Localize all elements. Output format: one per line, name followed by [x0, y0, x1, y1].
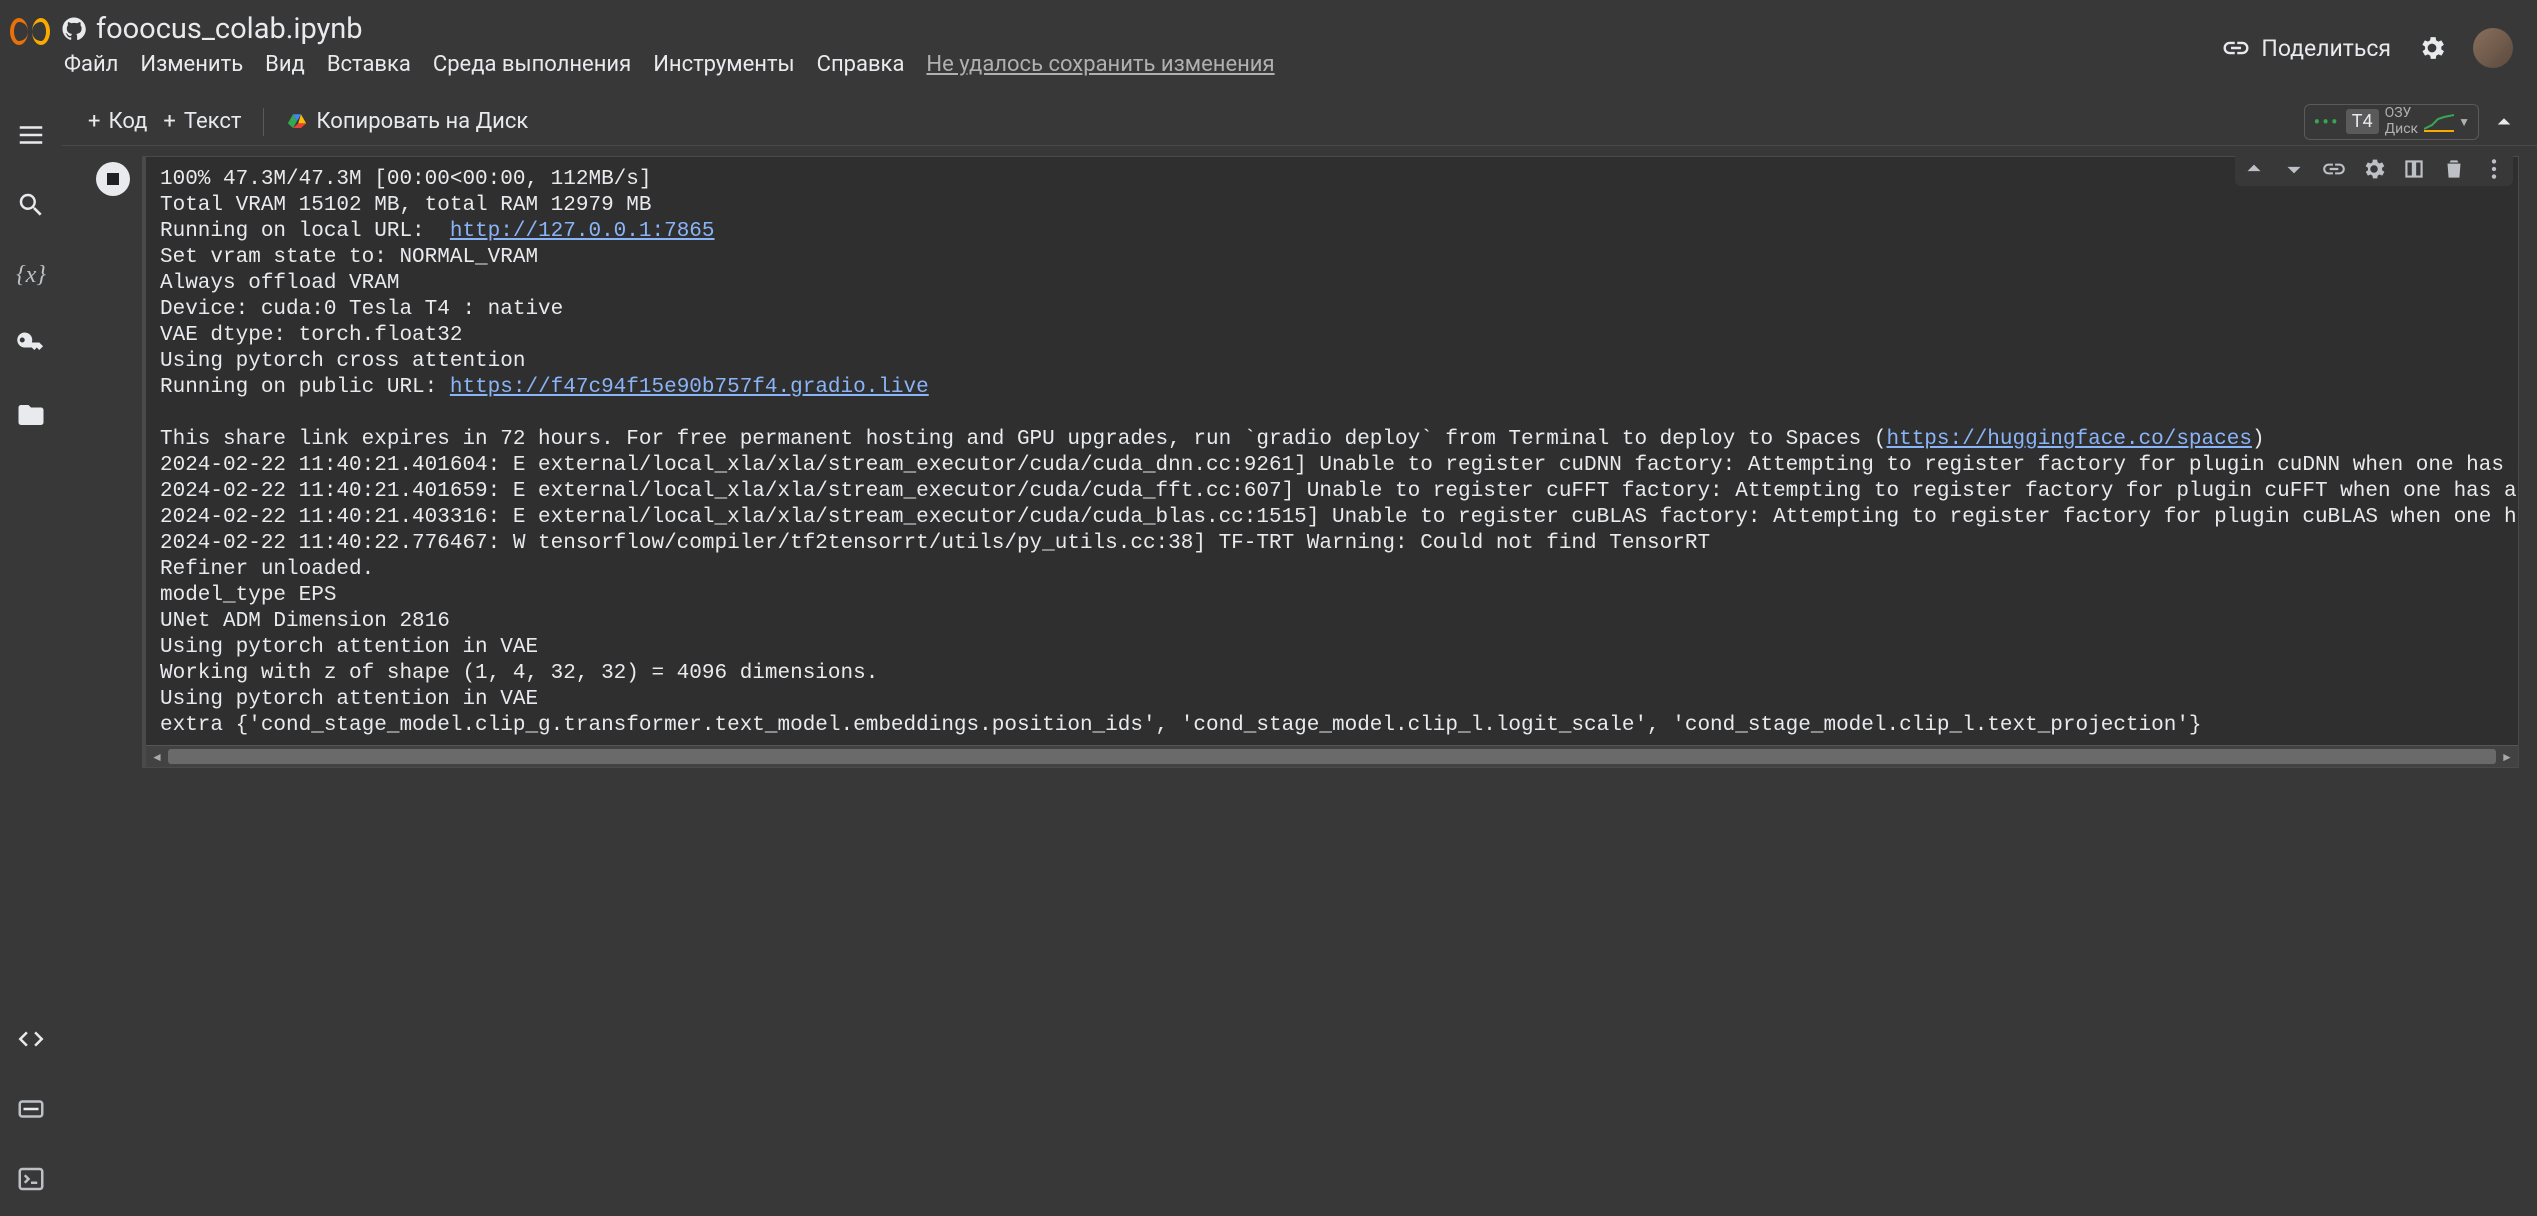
secrets-icon[interactable]: [16, 330, 46, 360]
notebook-title[interactable]: fooocus_colab.ipynb: [96, 12, 363, 46]
runtime-stats: ОЗУ Диск: [2385, 106, 2419, 137]
cell-toolbar: [2235, 152, 2513, 186]
settings-icon[interactable]: [2417, 33, 2447, 63]
menu-runtime[interactable]: Среда выполнения: [433, 52, 631, 77]
copy-to-drive-button[interactable]: Копировать на Диск: [278, 105, 536, 138]
save-status[interactable]: Не удалось сохранить изменения: [926, 52, 1274, 77]
menu-file[interactable]: Файл: [64, 52, 118, 77]
menu-tools[interactable]: Инструменты: [653, 52, 794, 77]
delete-cell-icon[interactable]: [2441, 156, 2467, 182]
notebook-area: 100% 47.3M/47.3M [00:00<00:00, 112MB/s] …: [62, 146, 2537, 1216]
copy-drive-label: Копировать на Диск: [316, 109, 528, 134]
code-snippets-icon[interactable]: [16, 1024, 46, 1054]
code-cell: 100% 47.3M/47.3M [00:00<00:00, 112MB/s] …: [84, 156, 2519, 768]
colab-logo[interactable]: [0, 0, 62, 45]
stop-icon: [107, 173, 119, 185]
spaces-url-link[interactable]: https://huggingface.co/spaces: [1886, 428, 2251, 451]
horizontal-scrollbar[interactable]: ◄ ►: [146, 745, 2518, 767]
drive-icon: [286, 111, 308, 133]
menu-edit[interactable]: Изменить: [140, 52, 243, 77]
more-cell-icon[interactable]: [2481, 156, 2507, 182]
cell-settings-icon[interactable]: [2361, 156, 2387, 182]
link-icon: [2221, 33, 2251, 63]
menu-bar: Файл Изменить Вид Вставка Среда выполнен…: [62, 46, 2221, 77]
menu-view[interactable]: Вид: [265, 52, 305, 77]
files-icon[interactable]: [16, 400, 46, 430]
variables-icon[interactable]: {x}: [16, 260, 46, 290]
mirror-cell-icon[interactable]: [2401, 156, 2427, 182]
separator: [263, 108, 264, 136]
share-button[interactable]: Поделиться: [2221, 33, 2391, 63]
toc-icon[interactable]: [16, 120, 46, 150]
scroll-thumb[interactable]: [168, 749, 2496, 764]
collapse-header-icon[interactable]: [2489, 107, 2519, 137]
github-icon: [62, 17, 86, 41]
move-down-icon[interactable]: [2281, 156, 2307, 182]
plus-icon: +: [88, 109, 100, 134]
search-icon[interactable]: [16, 190, 46, 220]
add-text-button[interactable]: + Текст: [155, 105, 249, 138]
toolbar: + Код + Текст Копировать на Диск ••• T4 ОЗ…: [62, 98, 2537, 146]
stat-ram: ОЗУ: [2385, 106, 2419, 121]
scroll-right-arrow[interactable]: ►: [2496, 746, 2518, 767]
status-dots-icon: •••: [2313, 110, 2339, 134]
add-code-label: Код: [108, 109, 147, 134]
move-up-icon[interactable]: [2241, 156, 2267, 182]
usage-sparkline-icon: [2424, 111, 2454, 133]
stat-disk: Диск: [2385, 122, 2419, 137]
plus-icon: +: [163, 109, 175, 134]
user-avatar[interactable]: [2473, 28, 2513, 68]
runtime-badge: T4: [2346, 109, 2379, 134]
share-label: Поделиться: [2261, 35, 2391, 62]
runtime-status[interactable]: ••• T4 ОЗУ Диск ▼: [2304, 104, 2479, 140]
command-palette-icon[interactable]: [16, 1094, 46, 1124]
menu-help[interactable]: Справка: [817, 52, 905, 77]
app-header: fooocus_colab.ipynb Файл Изменить Вид Вс…: [0, 0, 2537, 98]
caret-down-icon: ▼: [2458, 115, 2470, 129]
scroll-left-arrow[interactable]: ◄: [146, 746, 168, 767]
stop-execution-button[interactable]: [96, 162, 130, 196]
local-url-link[interactable]: http://127.0.0.1:7865: [450, 220, 715, 243]
public-url-link[interactable]: https://f47c94f15e90b757f4.gradio.live: [450, 376, 929, 399]
terminal-icon[interactable]: [16, 1164, 46, 1194]
cell-output: 100% 47.3M/47.3M [00:00<00:00, 112MB/s] …: [142, 156, 2519, 768]
add-text-label: Текст: [184, 109, 242, 134]
left-sidebar: {x}: [0, 98, 62, 1216]
menu-insert[interactable]: Вставка: [327, 52, 411, 77]
add-code-button[interactable]: + Код: [80, 105, 155, 138]
output-text[interactable]: 100% 47.3M/47.3M [00:00<00:00, 112MB/s] …: [146, 167, 2518, 745]
cell-link-icon[interactable]: [2321, 156, 2347, 182]
